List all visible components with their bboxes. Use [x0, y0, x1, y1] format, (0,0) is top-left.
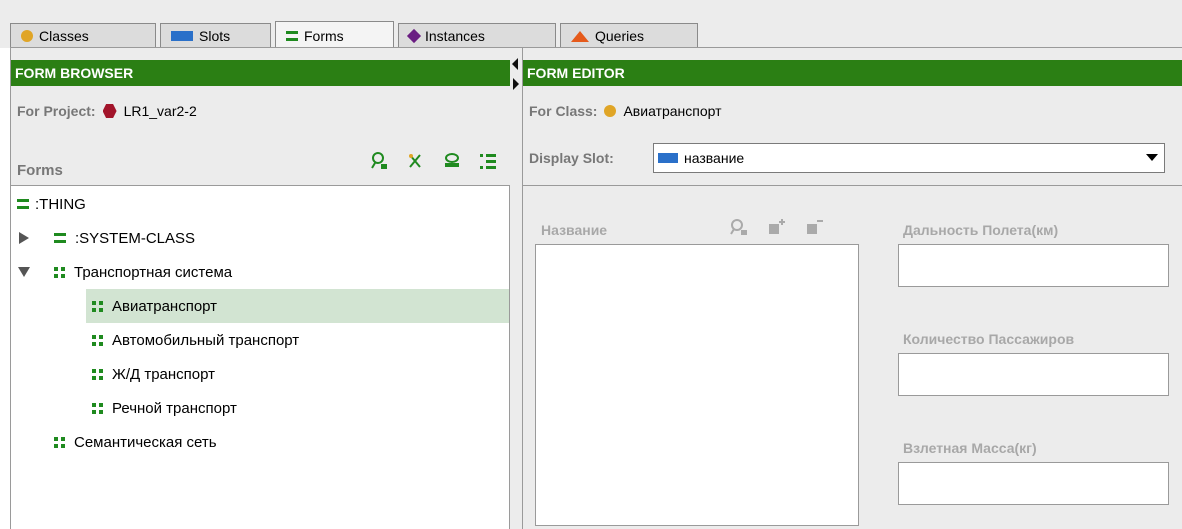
- project-icon: [102, 104, 117, 118]
- layout-like-icon[interactable]: [478, 151, 498, 171]
- remove-value-icon[interactable]: [805, 218, 825, 236]
- class-label: For Class:: [529, 103, 598, 119]
- name-field-toolbar: [729, 218, 825, 236]
- grid-form-icon: [54, 436, 65, 448]
- tab-forms[interactable]: Forms: [275, 21, 394, 49]
- tab-queries[interactable]: Queries: [560, 23, 698, 48]
- tree-item-transport-system[interactable]: Транспортная система: [11, 255, 509, 289]
- tree-item-aviatransport[interactable]: Авиатранспорт: [86, 289, 509, 323]
- grid-form-icon: [92, 368, 103, 380]
- form-icon: [286, 30, 298, 41]
- find-icon[interactable]: [729, 218, 749, 236]
- forms-toolbar: [370, 151, 498, 171]
- slot-rect-icon: [171, 31, 193, 41]
- query-triangle-icon: [571, 30, 589, 42]
- tab-classes[interactable]: Classes: [10, 23, 156, 48]
- chevron-down-icon[interactable]: [1146, 154, 1158, 161]
- passengers-field[interactable]: [898, 353, 1169, 396]
- form-editor-panel: FORM EDITOR For Class: Авиатранспорт Dis…: [522, 48, 1182, 529]
- project-label: For Project:: [17, 103, 96, 119]
- passengers-field-label: Количество Пассажиров: [903, 331, 1075, 347]
- relayout-icon[interactable]: [442, 151, 462, 171]
- mass-field[interactable]: [898, 462, 1169, 505]
- tree-item-semantic-network[interactable]: Семантическая сеть: [11, 425, 509, 459]
- tab-slots[interactable]: Slots: [160, 23, 271, 48]
- slot-rect-icon: [658, 153, 678, 163]
- class-circle-icon: [21, 30, 33, 42]
- form-browser-panel: FORM BROWSER For Project: LR1_var2-2 For…: [10, 48, 510, 529]
- expand-icon[interactable]: [19, 232, 29, 244]
- grid-form-icon: [92, 300, 103, 312]
- form-editor-title: FORM EDITOR: [527, 65, 625, 81]
- instance-diamond-icon: [406, 28, 422, 44]
- tree-item-railway[interactable]: Ж/Д транспорт: [86, 357, 509, 391]
- project-name: LR1_var2-2: [123, 103, 197, 119]
- class-name: Авиатранспорт: [623, 103, 722, 119]
- forms-tree: :THING :SYSTEM-CLASS Транспортная систем…: [11, 185, 510, 529]
- remove-customizations-icon[interactable]: [406, 151, 426, 171]
- class-row: For Class: Авиатранспорт: [529, 103, 722, 119]
- collapse-icon[interactable]: [18, 267, 30, 277]
- tree-item-system-class[interactable]: :SYSTEM-CLASS: [11, 221, 509, 255]
- collapse-right-icon[interactable]: [513, 78, 519, 90]
- form-editor-canvas: Название Дальность Полета(км) Количество…: [523, 185, 1182, 529]
- distance-field[interactable]: [898, 244, 1169, 287]
- name-field-label: Название: [541, 222, 608, 238]
- tab-strip: Classes Slots Forms Instances Queries: [0, 0, 1182, 49]
- form-editor-header: FORM EDITOR: [523, 60, 1182, 86]
- display-slot-select[interactable]: название: [653, 143, 1165, 173]
- form-browser-title: FORM BROWSER: [15, 65, 134, 81]
- display-slot-value: название: [684, 150, 745, 166]
- form-icon: [17, 199, 29, 209]
- distance-field-label: Дальность Полета(км): [903, 222, 1059, 238]
- tree-item-river[interactable]: Речной транспорт: [86, 391, 509, 425]
- panel-splitter[interactable]: [510, 48, 522, 529]
- tree-item-thing[interactable]: :THING: [11, 187, 509, 221]
- form-browser-header: FORM BROWSER: [11, 60, 510, 86]
- class-circle-icon: [604, 105, 617, 117]
- grid-form-icon: [92, 334, 103, 346]
- tab-instances[interactable]: Instances: [398, 23, 556, 48]
- form-icon: [54, 233, 66, 243]
- add-value-icon[interactable]: [767, 218, 787, 236]
- grid-form-icon: [92, 402, 103, 414]
- project-row: For Project: LR1_var2-2: [17, 103, 197, 119]
- tree-item-automobile[interactable]: Автомобильный транспорт: [86, 323, 509, 357]
- display-slot-label: Display Slot:: [529, 150, 614, 166]
- mass-field-label: Взлетная Масса(кг): [903, 440, 1037, 456]
- find-icon[interactable]: [370, 151, 390, 171]
- collapse-left-icon[interactable]: [512, 58, 518, 70]
- name-list-box[interactable]: [535, 244, 859, 526]
- forms-label: Forms: [17, 162, 63, 179]
- grid-form-icon: [54, 266, 65, 278]
